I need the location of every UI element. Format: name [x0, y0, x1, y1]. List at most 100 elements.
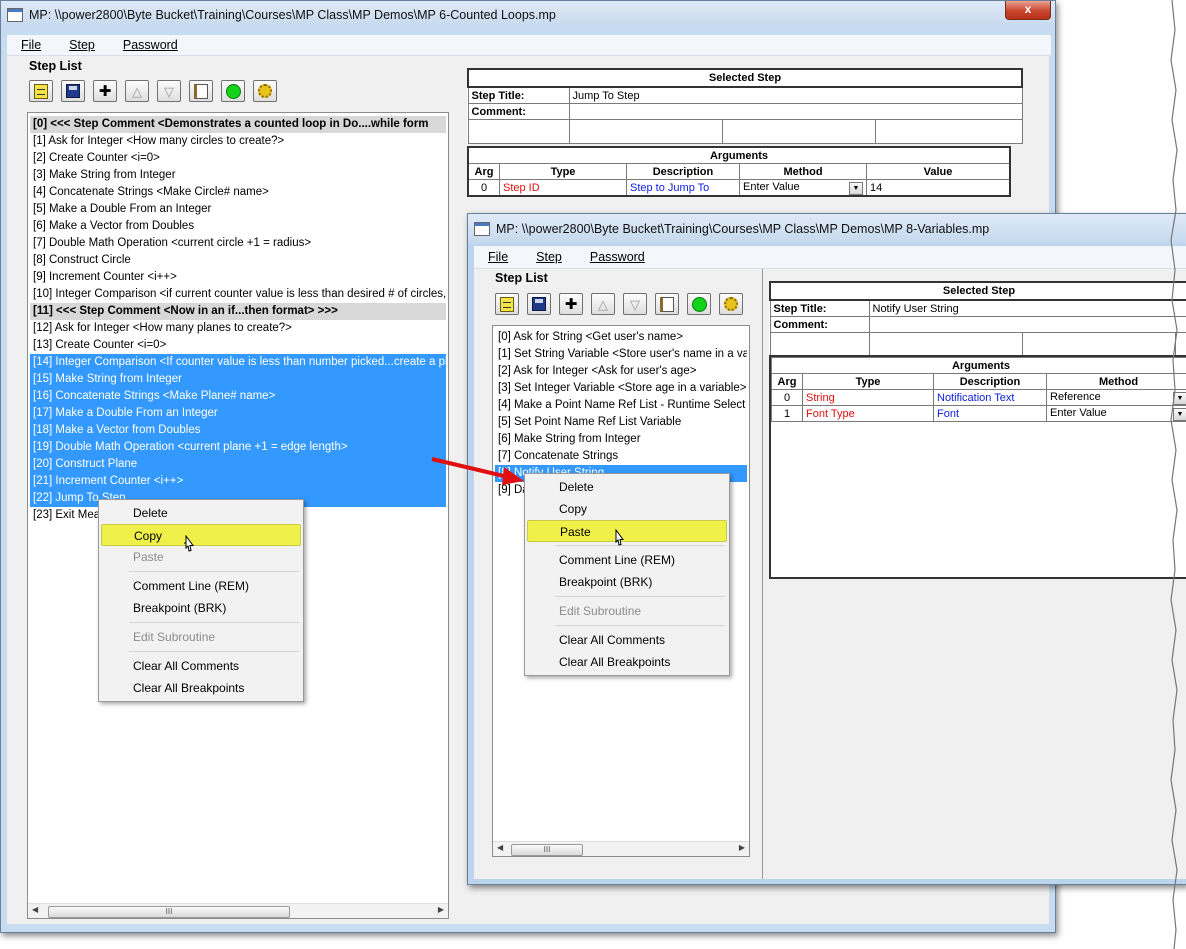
- arg-index: 0: [467, 179, 500, 197]
- add-step-button[interactable]: ✚: [93, 80, 117, 102]
- step-row[interactable]: [0] Ask for String <Get user's name>: [495, 329, 747, 346]
- menu-file[interactable]: File: [474, 250, 522, 264]
- step-row[interactable]: [6] Make a Vector from Doubles: [30, 218, 446, 235]
- step-toolbar: ✚ △ ▽: [29, 80, 277, 102]
- scroll-right-icon[interactable]: ▶: [739, 843, 745, 852]
- arguments-header: Arguments: [771, 357, 1186, 374]
- move-down-button[interactable]: ▽: [623, 293, 647, 315]
- menu-password[interactable]: Password: [576, 250, 659, 264]
- settings-button[interactable]: [253, 80, 277, 102]
- menu-item-clear-all-breakpoints[interactable]: Clear All Breakpoints: [527, 651, 727, 673]
- arg-description: Font: [933, 405, 1047, 422]
- step-list-label: Step List: [495, 271, 548, 285]
- move-up-button[interactable]: △: [591, 293, 615, 315]
- dropdown-arrow-icon[interactable]: ▼: [849, 181, 863, 195]
- step-title-value[interactable]: Notify User String: [868, 299, 1186, 317]
- notes-button[interactable]: [189, 80, 213, 102]
- step-row[interactable]: [16] Concatenate Strings <Make Plane# na…: [30, 388, 446, 405]
- step-row[interactable]: [9] Increment Counter <i++>: [30, 269, 446, 286]
- step-row[interactable]: [4] Make a Point Name Ref List - Runtime…: [495, 397, 747, 414]
- col-method: Method: [739, 163, 867, 180]
- step-row[interactable]: [3] Make String from Integer: [30, 167, 446, 184]
- menu-item-clear-all-breakpoints[interactable]: Clear All Breakpoints: [101, 677, 301, 699]
- menu-item-delete[interactable]: Delete: [527, 476, 727, 498]
- step-row[interactable]: [7] Concatenate Strings: [495, 448, 747, 465]
- step-row[interactable]: [20] Construct Plane: [30, 456, 446, 473]
- torn-paper-edge: [1170, 0, 1178, 949]
- arguments-table: Arguments Arg Type Description Method Va…: [467, 146, 1011, 197]
- run-button[interactable]: [221, 80, 245, 102]
- scroll-thumb[interactable]: III: [511, 844, 583, 856]
- comment-field[interactable]: [868, 316, 1186, 333]
- scroll-thumb[interactable]: III: [48, 906, 290, 918]
- arg-index: 0: [771, 389, 803, 406]
- step-row[interactable]: [1] Ask for Integer <How many circles to…: [30, 133, 446, 150]
- step-row[interactable]: [17] Make a Double From an Integer: [30, 405, 446, 422]
- col-description: Description: [933, 373, 1047, 390]
- menu-item-comment-line-rem[interactable]: Comment Line (REM): [527, 549, 727, 571]
- step-row[interactable]: [2] Ask for Integer <Ask for user's age>: [495, 363, 747, 380]
- scroll-right-icon[interactable]: ▶: [438, 905, 444, 914]
- menu-item-comment-line-rem[interactable]: Comment Line (REM): [101, 575, 301, 597]
- step-row[interactable]: [5] Set Point Name Ref List Variable: [495, 414, 747, 431]
- step-row[interactable]: [8] Construct Circle: [30, 252, 446, 269]
- step-row[interactable]: [6] Make String from Integer: [495, 431, 747, 448]
- step-title-value[interactable]: Jump To Step: [568, 86, 1023, 104]
- menu-file[interactable]: File: [7, 38, 55, 52]
- menu-item-clear-all-comments[interactable]: Clear All Comments: [527, 629, 727, 651]
- move-up-button[interactable]: △: [125, 80, 149, 102]
- menu-item-paste[interactable]: Paste: [527, 520, 727, 542]
- step-row[interactable]: [19] Double Math Operation <current plan…: [30, 439, 446, 456]
- add-step-button[interactable]: ✚: [559, 293, 583, 315]
- step-row[interactable]: [13] Create Counter <i=0>: [30, 337, 446, 354]
- step-row[interactable]: [3] Set Integer Variable <Store age in a…: [495, 380, 747, 397]
- step-comment-row[interactable]: [0] <<< Step Comment <Demonstrates a cou…: [30, 116, 446, 133]
- scroll-left-icon[interactable]: ◀: [497, 843, 503, 852]
- horizontal-scrollbar[interactable]: ◀ III ▶: [493, 841, 749, 856]
- scroll-left-icon[interactable]: ◀: [32, 905, 38, 914]
- step-row[interactable]: [15] Make String from Integer: [30, 371, 446, 388]
- step-row[interactable]: [1] Set String Variable <Store user's na…: [495, 346, 747, 363]
- move-down-icon: ▽: [630, 296, 640, 312]
- step-row[interactable]: [4] Concatenate Strings <Make Circle# na…: [30, 184, 446, 201]
- col-description: Description: [626, 163, 740, 180]
- horizontal-scrollbar[interactable]: ◀ III ▶: [28, 903, 448, 918]
- menu-item-copy[interactable]: Copy: [101, 524, 301, 546]
- new-step-button[interactable]: [495, 293, 519, 315]
- step-row[interactable]: [5] Make a Double From an Integer: [30, 201, 446, 218]
- save-button[interactable]: [527, 293, 551, 315]
- new-step-button[interactable]: [29, 80, 53, 102]
- save-icon: [532, 297, 546, 311]
- menu-step[interactable]: Step: [522, 250, 576, 264]
- step-row[interactable]: [10] Integer Comparison <if current coun…: [30, 286, 446, 303]
- menu-item-clear-all-comments[interactable]: Clear All Comments: [101, 655, 301, 677]
- menu-item-breakpoint-brk[interactable]: Breakpoint (BRK): [527, 571, 727, 593]
- menu-item-breakpoint-brk[interactable]: Breakpoint (BRK): [101, 597, 301, 619]
- arg-value-field[interactable]: 14: [866, 179, 1011, 197]
- step-row[interactable]: [7] Double Math Operation <current circl…: [30, 235, 446, 252]
- close-button[interactable]: x: [1005, 1, 1051, 20]
- settings-button[interactable]: [719, 293, 743, 315]
- move-down-button[interactable]: ▽: [157, 80, 181, 102]
- menu-item-edit-subroutine: Edit Subroutine: [133, 630, 216, 644]
- second-menu-bar: File Step Password: [474, 246, 1186, 269]
- step-comment-row[interactable]: [11] <<< Step Comment <Now in an if...th…: [30, 303, 446, 320]
- menu-step[interactable]: Step: [55, 38, 109, 52]
- col-arg: Arg: [771, 373, 803, 390]
- menu-password[interactable]: Password: [109, 38, 192, 52]
- menu-item-copy[interactable]: Copy: [527, 498, 727, 520]
- arg-method-select[interactable]: Enter Value ▼: [739, 179, 867, 197]
- step-row[interactable]: [2] Create Counter <i=0>: [30, 150, 446, 167]
- run-icon: [225, 83, 241, 99]
- comment-field[interactable]: [568, 103, 1023, 120]
- arg-description: Notification Text: [933, 389, 1047, 406]
- menu-item-delete[interactable]: Delete: [101, 502, 301, 524]
- notes-button[interactable]: [655, 293, 679, 315]
- step-row[interactable]: [21] Increment Counter <i++>: [30, 473, 446, 490]
- run-button[interactable]: [687, 293, 711, 315]
- step-row[interactable]: [18] Make a Vector from Doubles: [30, 422, 446, 439]
- save-button[interactable]: [61, 80, 85, 102]
- move-up-icon: △: [132, 83, 142, 99]
- step-row[interactable]: [14] Integer Comparison <If counter valu…: [30, 354, 446, 371]
- step-row[interactable]: [12] Ask for Integer <How many planes to…: [30, 320, 446, 337]
